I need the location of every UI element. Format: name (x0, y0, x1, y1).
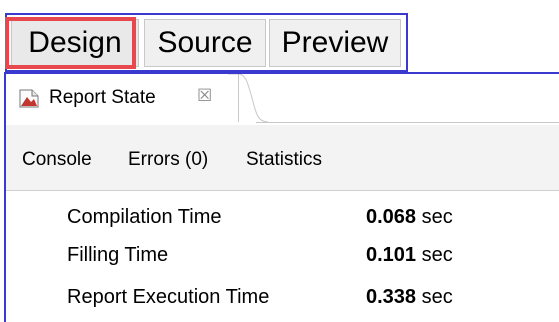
sub-tab-errors[interactable]: Errors (0) (128, 149, 208, 171)
editor-tab-strip: Design Source Preview (5, 13, 408, 72)
view-subtoolbar: Console Errors (0) Statistics (6, 125, 559, 191)
stat-value-compilation: 0.068 sec (366, 206, 453, 228)
stat-label-compilation: Compilation Time (67, 206, 222, 228)
view-tab-report-state[interactable]: Report State ☒ (6, 74, 239, 122)
stat-value-execution: 0.338 sec (366, 286, 453, 308)
tab-design[interactable]: Design (11, 19, 139, 67)
sub-tab-console[interactable]: Console (22, 149, 92, 171)
stat-value-filling: 0.101 sec (366, 244, 453, 266)
stat-label-execution: Report Execution Time (67, 286, 270, 308)
tab-source[interactable]: Source (144, 19, 266, 67)
report-icon (19, 89, 39, 108)
report-state-view: Report State ☒ Console Errors (0) Statis… (4, 72, 559, 322)
view-tab-divider (256, 122, 559, 123)
stat-label-filling: Filling Time (67, 244, 169, 266)
tab-preview[interactable]: Preview (269, 19, 401, 67)
close-icon[interactable]: ☒ (197, 86, 212, 106)
sub-tab-statistics[interactable]: Statistics (246, 149, 322, 171)
view-tab-edge (228, 74, 268, 123)
view-title: Report State (49, 87, 156, 108)
